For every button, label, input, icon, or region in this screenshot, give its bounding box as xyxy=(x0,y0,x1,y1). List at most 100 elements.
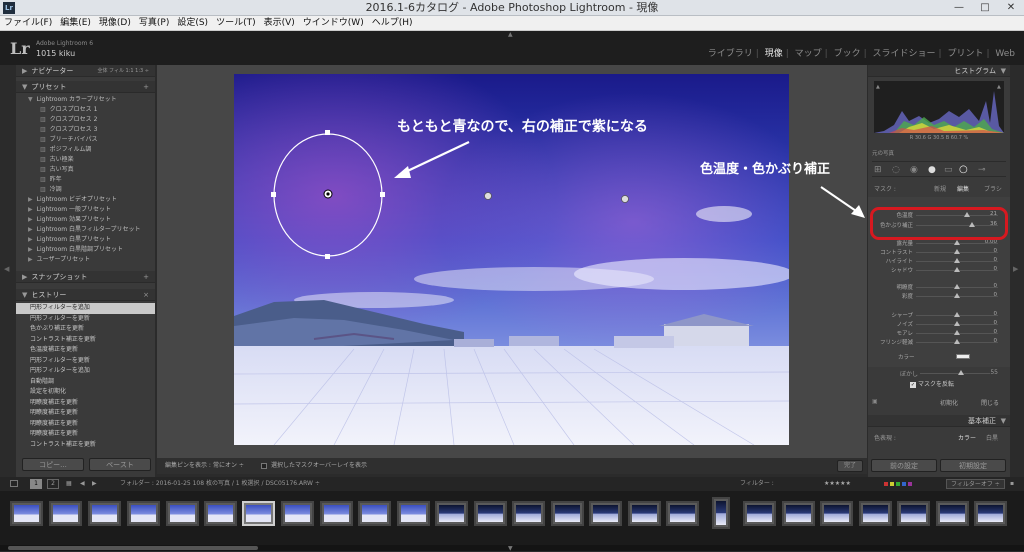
slider-knob[interactable] xyxy=(954,339,960,344)
treatment-bw[interactable]: 白黒 xyxy=(986,433,998,442)
mask-new[interactable]: 新規 xyxy=(934,184,946,193)
history-step[interactable]: コントラスト補正を更新 xyxy=(16,335,155,346)
collapse-top-panel-icon[interactable]: ▲ xyxy=(508,31,513,38)
history-step[interactable]: 色温度補正を更新 xyxy=(16,345,155,356)
filter-off-select[interactable]: フィルターオフ ÷ xyxy=(946,479,1005,489)
filmstrip-lock-icon[interactable]: ▪ xyxy=(1010,477,1014,491)
slider-knob[interactable] xyxy=(954,293,960,298)
slider-value[interactable]: 0 xyxy=(994,292,998,298)
close-mask-button[interactable]: 閉じる xyxy=(981,398,999,407)
filmstrip-thumbnail[interactable] xyxy=(204,501,237,526)
module-slideshow[interactable]: スライドショー xyxy=(870,49,939,59)
filmstrip-thumbnail[interactable] xyxy=(551,501,584,526)
filter-pin[interactable] xyxy=(484,192,492,200)
grid-view-icon[interactable] xyxy=(10,480,18,487)
filmstrip-thumbnail[interactable] xyxy=(127,501,160,526)
snapshot-header[interactable]: ▶ スナップショット + xyxy=(16,271,155,283)
grid-icon[interactable]: ▦ xyxy=(66,477,72,491)
page-2-button[interactable]: 2 xyxy=(47,479,59,489)
filmstrip-thumbnail[interactable] xyxy=(628,501,661,526)
slider-value[interactable]: 0 xyxy=(994,283,998,289)
preset-item[interactable]: ▥ ポジフィルム調 xyxy=(16,145,155,155)
filmstrip-thumbnail[interactable] xyxy=(435,501,468,526)
filmstrip-thumbnail[interactable] xyxy=(10,501,43,526)
preset-item[interactable]: ▥ クロスプロセス 2 xyxy=(16,115,155,125)
history-step[interactable]: 明瞭度補正を更新 xyxy=(16,419,155,430)
purple-label-icon[interactable] xyxy=(908,482,912,486)
slider-knob[interactable] xyxy=(954,321,960,326)
color-swatch[interactable] xyxy=(956,354,970,359)
feather-slider-knob[interactable] xyxy=(958,370,964,375)
blue-label-icon[interactable] xyxy=(902,482,906,486)
treatment-color[interactable]: カラー xyxy=(958,433,976,442)
history-step[interactable]: 明瞭度補正を更新 xyxy=(16,408,155,419)
filmstrip-thumbnail[interactable] xyxy=(358,501,391,526)
crop-tool-icon[interactable]: ⊞ xyxy=(874,165,882,175)
mask-edit[interactable]: 編集 xyxy=(957,184,969,193)
filter-pin[interactable] xyxy=(621,195,629,203)
rating-filter-stars[interactable]: ★★★★★ xyxy=(824,477,851,491)
paste-button[interactable]: ペースト xyxy=(89,458,151,471)
menu-develop[interactable]: 現像(D) xyxy=(95,16,135,31)
done-button[interactable]: 完了 xyxy=(837,460,863,472)
history-step[interactable]: 円形フィルターを更新 xyxy=(16,356,155,367)
preset-item[interactable]: ▥ 古い極楽 xyxy=(16,155,155,165)
navigator-zoom-options[interactable]: 全体 フィル 1:1 1:3 ÷ xyxy=(97,65,149,77)
module-web[interactable]: Web xyxy=(992,49,1018,59)
maximize-button[interactable]: □ xyxy=(972,0,998,16)
collapse-right-icon[interactable]: ▶ xyxy=(1013,265,1018,273)
right-panel-toggle-strip[interactable]: ▶ xyxy=(1010,65,1024,477)
filmstrip-thumbnail[interactable] xyxy=(242,501,275,526)
preset-folder[interactable]: ▼ Lightroom カラープリセット xyxy=(16,95,155,105)
menu-view[interactable]: 表示(V) xyxy=(260,16,299,31)
filmstrip-thumbnail[interactable] xyxy=(820,501,853,526)
basic-header[interactable]: 基本補正 ▼ xyxy=(868,415,1010,427)
histogram-header[interactable]: ヒストグラム ▼ xyxy=(868,65,1010,77)
filter-handle-left[interactable] xyxy=(271,192,276,197)
reset-mask-button[interactable]: 初期化 xyxy=(940,398,958,407)
filmstrip-thumbnail[interactable] xyxy=(281,501,314,526)
history-step[interactable]: 明瞭度補正を更新 xyxy=(16,398,155,409)
slider-value[interactable]: 0 xyxy=(994,248,998,254)
filmstrip-thumbnail[interactable] xyxy=(512,501,545,526)
history-step[interactable]: 設定を初期化 xyxy=(16,387,155,398)
invert-mask-checkbox[interactable]: ✓ xyxy=(910,382,916,388)
graduated-filter-icon[interactable]: ▭ xyxy=(944,165,953,175)
clear-history-icon[interactable]: × xyxy=(143,289,149,301)
menu-window[interactable]: ウインドウ(W) xyxy=(299,16,368,31)
preset-item[interactable]: ▥ クロスプロセス 1 xyxy=(16,105,155,115)
menu-settings[interactable]: 設定(S) xyxy=(173,16,212,31)
original-photo-toggle[interactable]: 元の写真 xyxy=(872,149,894,157)
slider-knob[interactable] xyxy=(954,330,960,335)
history-step[interactable]: 色かぶり補正を更新 xyxy=(16,324,155,335)
spot-removal-icon[interactable]: ◌ xyxy=(892,165,900,175)
slider-value[interactable]: 0 xyxy=(994,266,998,272)
mask-brush[interactable]: ブラシ xyxy=(984,184,1002,193)
filmstrip-thumbnail[interactable] xyxy=(712,497,730,529)
radial-filter-tool-icon[interactable]: ● xyxy=(928,165,936,175)
preset-item[interactable]: ▥ 冷調 xyxy=(16,185,155,195)
source-path[interactable]: フォルダー : 2016-01-25 108 枚の写真 / 1 枚選択 / DS… xyxy=(120,477,320,491)
preset-item[interactable]: ▥ ブリーチバイパス xyxy=(16,135,155,145)
add-snapshot-icon[interactable]: + xyxy=(143,271,149,283)
filmstrip-thumbnail[interactable] xyxy=(589,501,622,526)
module-book[interactable]: ブック xyxy=(831,49,864,59)
radial-active-icon[interactable]: ○ xyxy=(959,164,968,175)
preset-folder[interactable]: ▶ Lightroom 白黒階調プリセット xyxy=(16,245,155,255)
filter-handle-right[interactable] xyxy=(380,192,385,197)
page-1-button[interactable]: 1 xyxy=(30,479,42,489)
previous-settings-button[interactable]: 前の設定 xyxy=(871,459,937,472)
collapse-left-icon[interactable]: ◀ xyxy=(4,265,9,273)
history-header[interactable]: ▼ ヒストリー × xyxy=(16,289,155,301)
history-step[interactable]: 円形フィルターを追加 xyxy=(16,366,155,377)
navigator-header[interactable]: ▶ ナビゲーター 全体 フィル 1:1 1:3 ÷ xyxy=(16,65,155,77)
slider-knob[interactable] xyxy=(954,240,960,245)
close-button[interactable]: ✕ xyxy=(998,0,1024,16)
module-map[interactable]: マップ xyxy=(792,49,825,59)
filmstrip-thumbnail[interactable] xyxy=(166,501,199,526)
back-arrow-icon[interactable]: ◀ xyxy=(80,477,85,491)
slider-knob[interactable] xyxy=(954,312,960,317)
preset-folder[interactable]: ▶ Lightroom 効果プリセット xyxy=(16,215,155,225)
left-panel-toggle-strip[interactable]: ◀ xyxy=(0,65,16,477)
filmstrip-thumbnail[interactable] xyxy=(397,501,430,526)
